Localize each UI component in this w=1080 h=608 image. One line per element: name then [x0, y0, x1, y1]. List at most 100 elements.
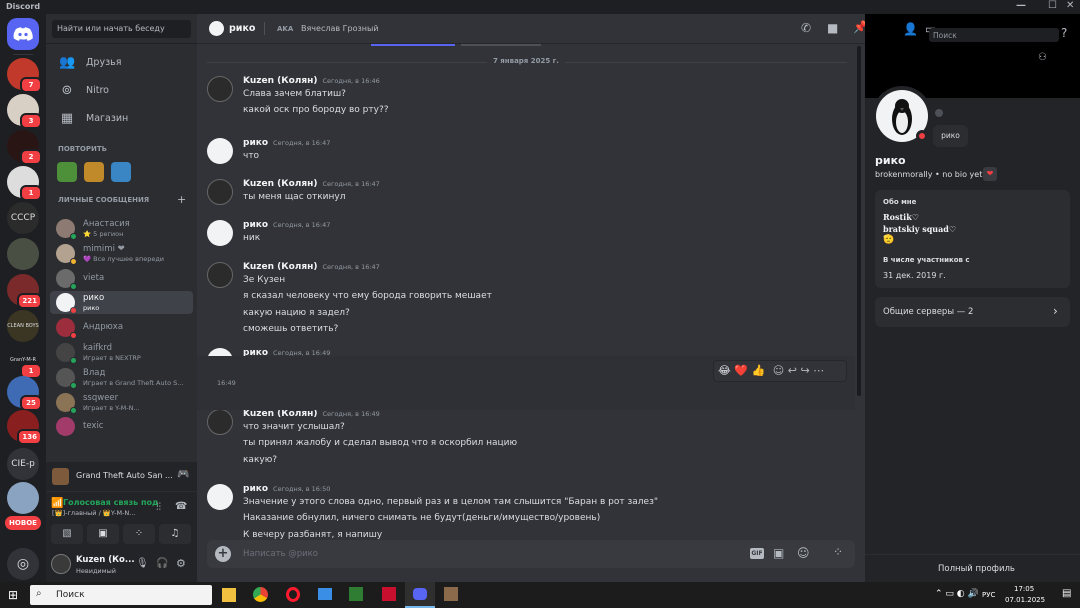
dm-item[interactable]: vieta	[50, 267, 193, 290]
message-composer[interactable]: + Написать @рико GIF ▣ ☺ ⁘	[207, 540, 855, 568]
dm-item[interactable]: Анастасия ⭐ 5 регион	[50, 217, 193, 240]
header-name[interactable]: рико	[229, 23, 255, 34]
new-badge[interactable]: НОВОЕ	[5, 516, 41, 530]
author-name[interactable]: рико	[243, 484, 268, 494]
controller-icon[interactable]: 🎮	[177, 469, 189, 480]
server-icon[interactable]: 3	[7, 94, 42, 129]
nitro-badge-icon[interactable]: ❤	[983, 167, 997, 181]
dm-item[interactable]: texic	[50, 415, 193, 438]
mutual-servers-row[interactable]: Общие серверы — 2 ›	[875, 297, 1070, 327]
voice-status[interactable]: Голосовая связь под	[63, 498, 159, 507]
windows-start-icon[interactable]: ⊞	[8, 588, 18, 602]
server-icon[interactable]: 136	[7, 410, 42, 445]
nav-shop[interactable]: ▦ Магазин	[50, 107, 193, 131]
server-icon[interactable]: CIE-p	[7, 448, 39, 480]
message-author[interactable]: рико Сегодня, в 16:47	[243, 138, 330, 148]
language-indicator[interactable]: РУС	[982, 591, 995, 599]
thumbs-up-reaction-icon[interactable]: 👍	[752, 364, 766, 377]
full-profile-link[interactable]: Полный профиль	[938, 564, 1015, 574]
opera-icon[interactable]	[286, 587, 300, 602]
add-reaction-icon[interactable]: ☺	[773, 364, 784, 377]
gif-icon[interactable]: GIF	[750, 548, 764, 559]
nav-nitro[interactable]: ⊚ Nitro	[50, 79, 193, 103]
home-button[interactable]	[7, 18, 39, 50]
message-author[interactable]: рико Сегодня, в 16:47	[243, 220, 330, 230]
mail-icon[interactable]	[318, 588, 332, 600]
server-icon[interactable]	[7, 482, 39, 514]
app-icon[interactable]	[349, 587, 363, 601]
dm-item[interactable]: kaifkrd Играет в NEXTRP	[50, 341, 193, 364]
avatar[interactable]	[207, 409, 233, 435]
disconnect-icon[interactable]: ☎	[175, 501, 187, 512]
headphones-icon[interactable]: 🎧	[156, 558, 168, 569]
dm-item[interactable]: mimimi ❤ 💜 Все лучшее впереди	[50, 242, 193, 265]
file-explorer-icon[interactable]	[222, 588, 236, 602]
server-icon[interactable]: 2	[7, 130, 42, 165]
server-icon[interactable]: СССР	[7, 202, 39, 234]
game-icon[interactable]	[111, 162, 131, 182]
sticker-icon[interactable]: ▣	[773, 546, 784, 560]
activity-row[interactable]: Grand Theft Auto San ... 🎮	[46, 462, 197, 492]
avatar[interactable]	[51, 554, 71, 574]
message-author[interactable]: рико Сегодня, в 16:50	[243, 484, 330, 494]
message-author[interactable]: Kuzen (Колян) Сегодня, в 16:47	[243, 179, 380, 189]
message-input[interactable]: Написать @рико	[243, 549, 318, 559]
dm-item[interactable]: рико рико	[50, 291, 193, 315]
tray-icons[interactable]: ⌃ ▭ ◐ 🔊	[935, 589, 979, 599]
add-dm-icon[interactable]: +	[177, 193, 186, 206]
avatar[interactable]	[207, 138, 233, 164]
nav-friends[interactable]: 👥 Друзья	[50, 51, 193, 75]
emoji-icon[interactable]: ☺	[797, 546, 810, 560]
clock-date[interactable]: 07.01.2025	[1005, 596, 1045, 604]
heart-reaction-icon[interactable]: ❤️	[734, 364, 748, 377]
author-name[interactable]: рико	[243, 138, 268, 148]
friend-settings-icon[interactable]: ⚇	[1038, 52, 1047, 63]
help-icon[interactable]: ?	[1061, 26, 1067, 40]
soundboard-button[interactable]: ♫	[159, 524, 191, 544]
dm-item[interactable]: ssqweer Играет в Y-M-N...	[50, 391, 193, 414]
avatar[interactable]	[207, 262, 233, 288]
server-icon[interactable]	[7, 238, 39, 270]
author-name[interactable]: Kuzen (Колян)	[243, 179, 317, 189]
user-name[interactable]: Kuzen (Ко...	[76, 555, 135, 565]
author-name[interactable]: Kuzen (Колян)	[243, 76, 317, 86]
server-icon[interactable]: GranY-M-R 1	[7, 344, 42, 379]
server-icon[interactable]: 25	[7, 376, 42, 411]
discord-taskbar-button[interactable]	[405, 582, 435, 608]
server-icon[interactable]: 7	[7, 58, 42, 93]
avatar[interactable]	[207, 220, 233, 246]
close-icon[interactable]: ✕	[1066, 0, 1074, 11]
minimize-icon[interactable]: —	[1016, 0, 1026, 11]
discover-icon[interactable]: ◎	[7, 548, 39, 580]
server-icon[interactable]: 1	[7, 166, 42, 201]
search-input[interactable]: Найти или начать беседу	[52, 20, 191, 38]
activities-button[interactable]: ⁘	[123, 524, 155, 544]
laugh-reaction-icon[interactable]: 😂	[718, 364, 731, 377]
author-name[interactable]: Kuzen (Колян)	[243, 409, 317, 419]
app-icon[interactable]	[382, 587, 396, 601]
microphone-icon[interactable]: 🎙	[136, 558, 149, 569]
dm-item[interactable]: Андрюха	[50, 316, 193, 340]
clock-time[interactable]: 17:05	[1014, 585, 1034, 593]
noise-icon[interactable]: ⫶⫶	[156, 502, 161, 513]
avatar[interactable]	[207, 484, 233, 510]
attach-plus-icon[interactable]: +	[215, 546, 231, 562]
chrome-icon[interactable]	[253, 587, 268, 602]
screen-share-button[interactable]: ▣	[87, 524, 119, 544]
header-search-input[interactable]: Поиск	[929, 28, 1059, 42]
more-icon[interactable]: ⋯	[813, 364, 824, 377]
taskbar-search[interactable]: ⌕ Поиск	[30, 585, 212, 605]
server-icon[interactable]: CLEAN BOYS	[7, 310, 39, 342]
dm-item[interactable]: Влад Играет в Grand Theft Auto S...	[50, 366, 193, 389]
user-plus-icon[interactable]: 👤	[903, 22, 918, 36]
author-name[interactable]: Kuzen (Колян)	[243, 262, 317, 272]
game-icon[interactable]	[84, 162, 104, 182]
message-author[interactable]: Kuzen (Колян) Сегодня, в 16:46	[243, 76, 380, 86]
voice-channel[interactable]: [👑]-главный / 👑Y-M-N...	[52, 509, 135, 517]
maximize-icon[interactable]: ☐	[1048, 0, 1057, 11]
forward-icon[interactable]: ↪	[800, 364, 809, 377]
message-author[interactable]: Kuzen (Колян) Сегодня, в 16:47	[243, 262, 380, 272]
video-button[interactable]: ▧	[51, 524, 83, 544]
author-name[interactable]: рико	[243, 220, 268, 230]
app-icon[interactable]	[444, 587, 458, 601]
